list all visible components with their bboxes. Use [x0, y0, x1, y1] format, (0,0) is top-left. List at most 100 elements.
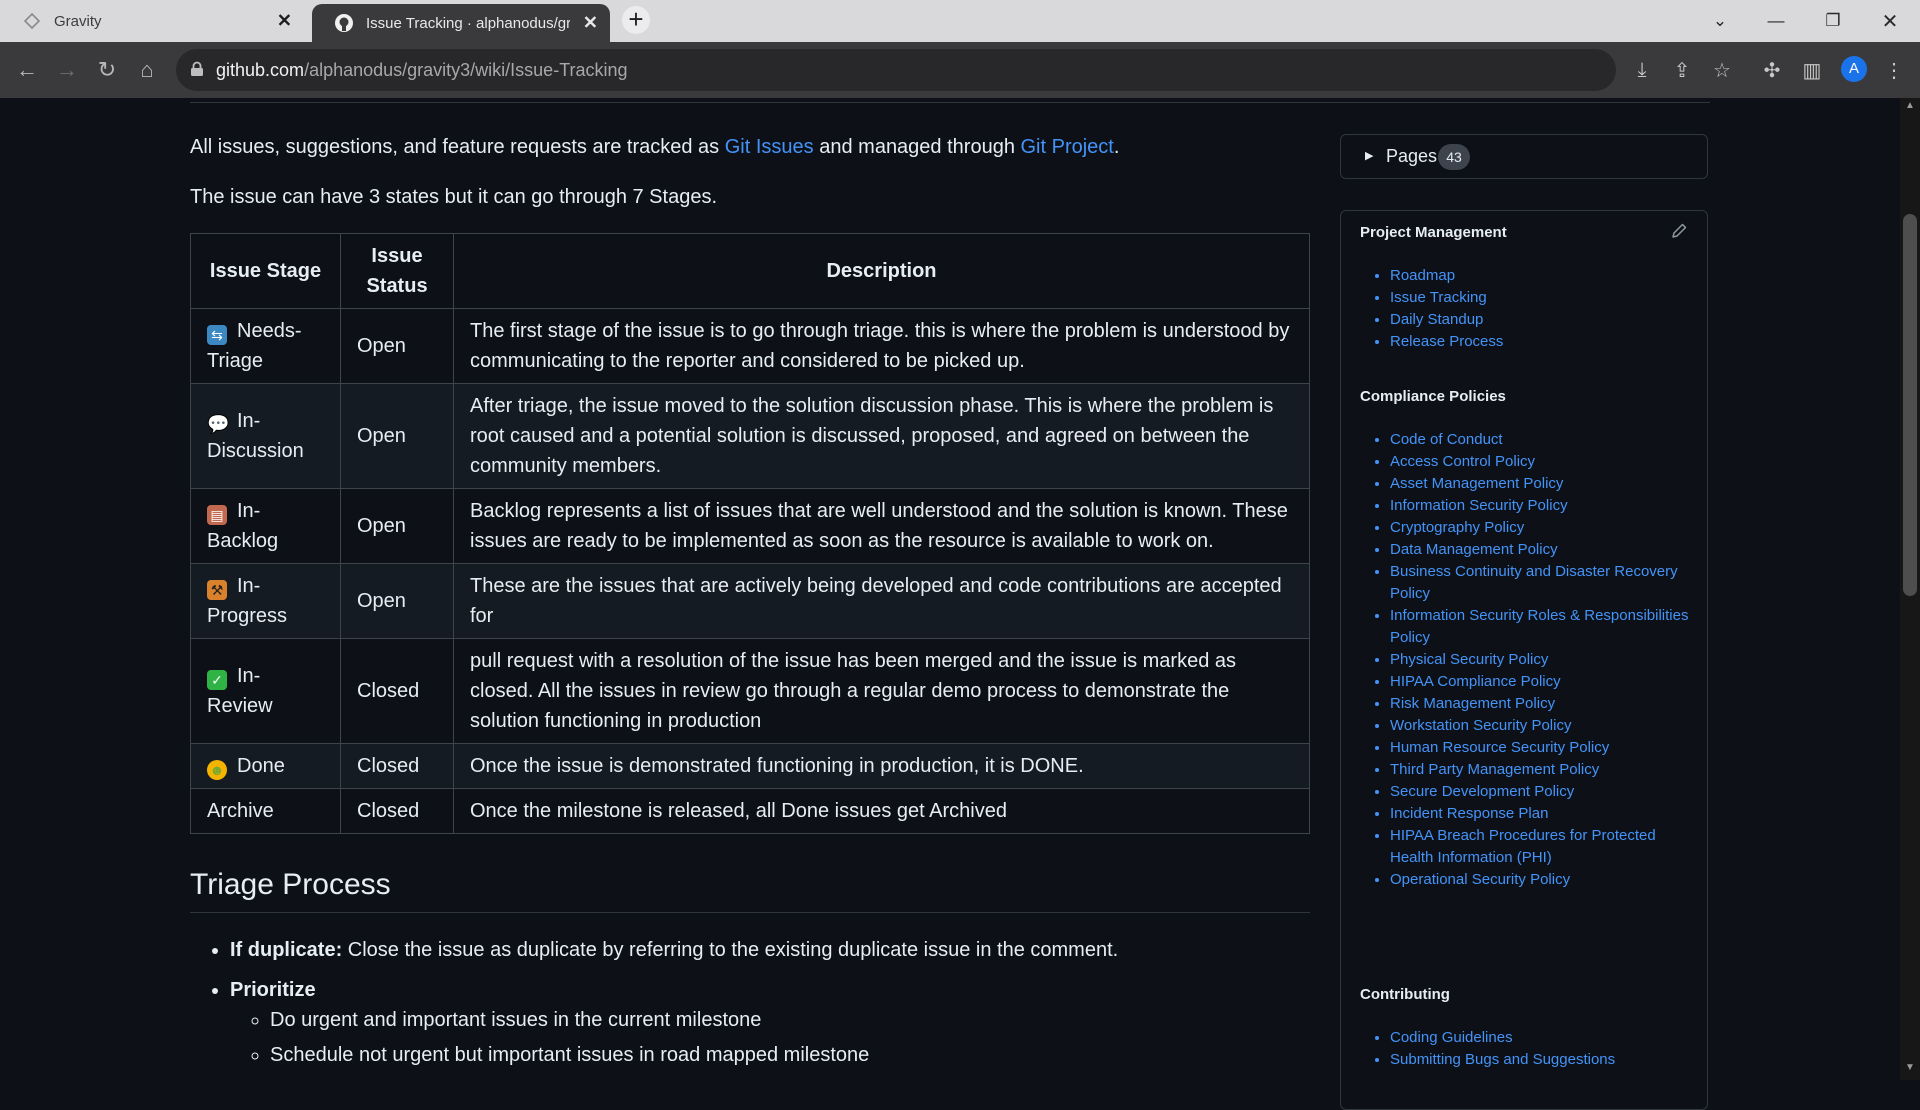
restore-button[interactable]: ❐	[1805, 0, 1861, 42]
header-issue-stage: Issue Stage	[190, 233, 341, 309]
description-cell: pull request with a resolution of the is…	[453, 638, 1310, 744]
stage-cell: ▤ In-Backlog	[190, 488, 341, 564]
sidebar-link-submitting-bugs: Submitting Bugs and Suggestions	[1390, 1049, 1710, 1071]
close-tab-icon[interactable]: ✕	[583, 13, 598, 34]
table-row: ✓ In-Review Closed pull request with a re…	[190, 638, 1310, 744]
pages-toggle[interactable]: ▶ Pages 43	[1340, 134, 1708, 179]
profile-avatar[interactable]: A	[1841, 56, 1867, 82]
tab-gravity[interactable]: Gravity ✕	[0, 0, 304, 42]
side-panel-icon[interactable]: ▥	[1798, 56, 1826, 84]
sidebar-link: Physical Security Policy	[1390, 649, 1700, 671]
scroll-up-arrow-icon[interactable]: ▲	[1904, 100, 1916, 111]
sidebar-link: Information Security Roles & Responsibil…	[1390, 605, 1700, 649]
sidebar-link: Code of Conduct	[1390, 429, 1700, 451]
sidebar-link-daily-standup: Daily Standup	[1390, 309, 1710, 331]
new-tab-button[interactable]: +	[622, 6, 650, 34]
clipboard-icon: ▤	[207, 505, 227, 525]
sidebar-link-roadmap: Roadmap	[1390, 265, 1710, 287]
sidebar-link: Workstation Security Policy	[1390, 715, 1700, 737]
status-cell: Closed	[340, 743, 454, 789]
list-item: Schedule not urgent but important issues…	[270, 1040, 1118, 1070]
speech-bubble-icon: 💬	[207, 414, 230, 434]
share-icon[interactable]: ⇪	[1668, 56, 1696, 84]
close-tab-icon[interactable]: ✕	[277, 11, 292, 32]
tab-issue-tracking[interactable]: Issue Tracking · alphanodus/gravity3 ✕	[312, 4, 610, 42]
url-text: github.com/alphanodus/gravity3/wiki/Issu…	[216, 60, 628, 80]
status-cell: Open	[340, 488, 454, 564]
description-cell: Once the milestone is released, all Done…	[453, 788, 1310, 834]
scroll-down-arrow-icon[interactable]: ▼	[1904, 1062, 1916, 1073]
pages-count-badge: 43	[1438, 144, 1470, 170]
header-issue-status: Issue Status	[340, 233, 454, 309]
contributing-list: Coding Guidelines Submitting Bugs and Su…	[1360, 1027, 1710, 1071]
edit-pencil-icon[interactable]	[1670, 222, 1688, 240]
browser-menu-icon[interactable]: ⋮	[1880, 56, 1908, 84]
section-compliance-policies: Compliance Policies	[1360, 388, 1506, 405]
intro-paragraph: All issues, suggestions, and feature req…	[190, 136, 1120, 158]
github-favicon-icon	[334, 13, 354, 33]
sidebar-link: Incident Response Plan	[1390, 803, 1700, 825]
stage-cell: ⇆ Needs-Triage	[190, 308, 341, 384]
git-issues-link[interactable]: Git Issues	[725, 136, 814, 158]
table-row: ⇆ Needs-Triage Open The first stage of th…	[190, 308, 1310, 384]
table-row: ☻ Done Closed Once the issue is demonstra…	[190, 743, 1310, 789]
sidebar-link: Secure Development Policy	[1390, 781, 1700, 803]
table-row: 💬 In-Discussion Open After triage, the is…	[190, 383, 1310, 489]
repeat-emoji-icon: ⇆	[207, 325, 227, 345]
stage-cell: ⚒ In-Progress	[190, 563, 341, 639]
home-icon[interactable]: ⌂	[133, 56, 161, 84]
reload-icon[interactable]: ↻	[93, 56, 121, 84]
priority-sublist: Do urgent and important issues in the cu…	[230, 1005, 1118, 1070]
sidebar-link: Data Management Policy	[1390, 539, 1700, 561]
party-face-icon: ☻	[207, 760, 227, 780]
tab-search-chevron-icon[interactable]: ⌄	[1692, 0, 1748, 42]
sidebar-link-release-process: Release Process	[1390, 331, 1710, 353]
table-row: ⚒ In-Progress Open These are the issues t…	[190, 563, 1310, 639]
triage-list: If duplicate: Close the issue as duplica…	[190, 935, 1118, 1080]
status-cell: Open	[340, 563, 454, 639]
construction-icon: ⚒	[207, 580, 227, 600]
project-management-list: Roadmap Issue Tracking Daily Standup Rel…	[1360, 265, 1710, 353]
table-row: ▤ In-Backlog Open Backlog represents a li…	[190, 488, 1310, 564]
header-description: Description	[453, 233, 1310, 309]
lock-icon	[190, 61, 204, 82]
stage-cell: Archive	[190, 788, 341, 834]
description-cell: These are the issues that are actively b…	[453, 563, 1310, 639]
sidebar-link: Business Continuity and Disaster Recover…	[1390, 561, 1700, 605]
extensions-puzzle-icon[interactable]: ✣	[1758, 56, 1786, 84]
list-item: Do urgent and important issues in the cu…	[270, 1005, 1118, 1035]
browser-toolbar: ← → ↻ ⌂ github.com/alphanodus/gravity3/w…	[0, 42, 1920, 98]
description-cell: After triage, the issue moved to the sol…	[453, 383, 1310, 489]
table-row: Archive Closed Once the milestone is rel…	[190, 788, 1310, 834]
bookmark-star-icon[interactable]: ☆	[1708, 56, 1736, 84]
section-contributing: Contributing	[1360, 986, 1450, 1003]
sidebar-link: Information Security Policy	[1390, 495, 1700, 517]
sidebar-link: Access Control Policy	[1390, 451, 1700, 473]
pages-label: Pages	[1386, 146, 1438, 166]
git-project-link[interactable]: Git Project	[1021, 136, 1114, 158]
forward-arrow-icon[interactable]: →	[53, 56, 81, 84]
divider	[190, 102, 1710, 103]
description-cell: The first stage of the issue is to go th…	[453, 308, 1310, 384]
scrollbar-thumb[interactable]	[1903, 214, 1917, 596]
stage-cell: ☻ Done	[190, 743, 341, 789]
list-item: If duplicate: Close the issue as duplica…	[230, 935, 1118, 965]
sidebar-link: HIPAA Compliance Policy	[1390, 671, 1700, 693]
back-arrow-icon[interactable]: ←	[13, 56, 41, 84]
sidebar-link-issue-tracking: Issue Tracking	[1390, 287, 1710, 309]
tab-title: Issue Tracking · alphanodus/gravity3	[366, 14, 570, 32]
address-bar[interactable]: github.com/alphanodus/gravity3/wiki/Issu…	[176, 49, 1616, 91]
install-app-icon[interactable]: ⤓	[1628, 56, 1656, 84]
status-cell: Open	[340, 383, 454, 489]
list-item: Prioritize Do urgent and important issue…	[230, 975, 1118, 1070]
sidebar-link: Cryptography Policy	[1390, 517, 1700, 539]
close-window-button[interactable]: ✕	[1862, 0, 1918, 42]
minimize-button[interactable]: —	[1748, 0, 1804, 42]
status-cell: Open	[340, 308, 454, 384]
sidebar-link: Third Party Management Policy	[1390, 759, 1700, 781]
status-cell: Closed	[340, 788, 454, 834]
description-cell: Backlog represents a list of issues that…	[453, 488, 1310, 564]
table-header-row: Issue Stage Issue Status Description	[190, 233, 1310, 309]
gravity-favicon-icon	[22, 11, 42, 31]
tab-title: Gravity	[54, 12, 102, 30]
